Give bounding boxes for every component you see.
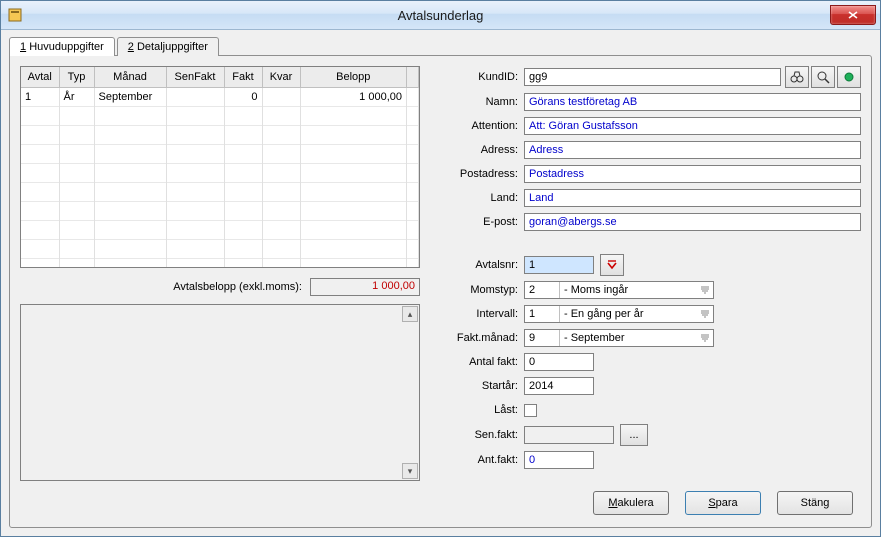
antfakt-label: Ant.fakt: xyxy=(440,454,524,466)
status-dot-icon xyxy=(843,71,855,83)
memo-textarea[interactable]: ▴ ▾ xyxy=(20,304,420,481)
window-title: Avtalsunderlag xyxy=(1,8,880,23)
window: Avtalsunderlag 1 Huvuduppgifter 2 Detalj… xyxy=(0,0,881,537)
momstyp-text: - Moms ingår xyxy=(560,282,697,298)
chevron-down-icon xyxy=(697,282,713,298)
cell-avtal: 1 xyxy=(21,88,59,107)
bottom-buttons: Makulera Spara Stäng xyxy=(20,481,861,517)
intervall-code: 1 xyxy=(525,306,560,322)
epost-input[interactable] xyxy=(524,213,861,231)
antalfakt-input[interactable] xyxy=(524,353,594,371)
adress-label: Adress: xyxy=(440,144,524,156)
left-column: Avtal Typ Månad SenFakt Fakt Kvar Belopp xyxy=(20,66,420,481)
senfakt-label: Sen.fakt: xyxy=(440,429,524,441)
tab-panel: Avtal Typ Månad SenFakt Fakt Kvar Belopp xyxy=(9,55,872,528)
app-icon xyxy=(7,7,23,23)
cell-belopp: 1 000,00 xyxy=(300,88,407,107)
makulera-button[interactable]: Makulera xyxy=(593,491,669,515)
col-senfakt[interactable]: SenFakt xyxy=(166,67,224,88)
land-input[interactable] xyxy=(524,189,861,207)
faktmanad-combo[interactable]: 9 - September xyxy=(524,329,714,347)
titlebar: Avtalsunderlag xyxy=(1,1,880,30)
magnifier-button[interactable] xyxy=(811,66,835,88)
col-manad[interactable]: Månad xyxy=(94,67,166,88)
tabstrip: 1 Huvuduppgifter 2 Detaljuppgifter xyxy=(9,36,872,55)
summary-row: Avtalsbelopp (exkl.moms): 1 000,00 xyxy=(20,278,420,296)
stang-button[interactable]: Stäng xyxy=(777,491,853,515)
summary-value: 1 000,00 xyxy=(310,278,420,296)
grid-header-row: Avtal Typ Månad SenFakt Fakt Kvar Belopp xyxy=(21,67,419,88)
antalfakt-label: Antal fakt: xyxy=(440,356,524,368)
avtalsnr-input[interactable] xyxy=(524,256,594,274)
adress-input[interactable] xyxy=(524,141,861,159)
spara-button[interactable]: Spara xyxy=(685,491,761,515)
col-fakt[interactable]: Fakt xyxy=(224,67,262,88)
epost-label: E-post: xyxy=(440,216,524,228)
last-label: Låst: xyxy=(440,404,524,416)
chevron-down-icon xyxy=(697,306,713,322)
momstyp-label: Momstyp: xyxy=(440,284,524,296)
postadress-label: Postadress: xyxy=(440,168,524,180)
col-kvar[interactable]: Kvar xyxy=(262,67,300,88)
cell-senfakt xyxy=(166,88,224,107)
client-area: 1 Huvuduppgifter 2 Detaljuppgifter xyxy=(1,30,880,536)
close-button[interactable] xyxy=(830,5,876,25)
postadress-input[interactable] xyxy=(524,165,861,183)
table-row[interactable]: 1 År September 0 1 000,00 xyxy=(21,88,419,107)
status-button[interactable] xyxy=(837,66,861,88)
faktmanad-label: Fakt.månad: xyxy=(440,332,524,344)
startar-input[interactable] xyxy=(524,377,594,395)
last-checkbox[interactable] xyxy=(524,404,537,417)
antfakt-input[interactable] xyxy=(524,451,594,469)
col-typ[interactable]: Typ xyxy=(59,67,94,88)
land-label: Land: xyxy=(440,192,524,204)
kundid-label: KundID: xyxy=(440,71,524,83)
cell-typ: År xyxy=(59,88,94,107)
chevron-down-icon xyxy=(697,330,713,346)
startar-label: Startår: xyxy=(440,380,524,392)
ellipsis-icon: ... xyxy=(629,429,638,441)
cell-manad: September xyxy=(94,88,166,107)
faktmanad-text: - September xyxy=(560,330,697,346)
namn-label: Namn: xyxy=(440,96,524,108)
momstyp-combo[interactable]: 2 - Moms ingår xyxy=(524,281,714,299)
col-belopp[interactable]: Belopp xyxy=(300,67,407,88)
attention-label: Attention: xyxy=(440,120,524,132)
kundid-input[interactable] xyxy=(524,68,781,86)
avtalsnr-label: Avtalsnr: xyxy=(440,259,524,271)
right-column: KundID: xyxy=(440,66,861,481)
avtalsnr-dropdown-button[interactable] xyxy=(600,254,624,276)
arrow-down-icon xyxy=(606,259,618,271)
summary-label: Avtalsbelopp (exkl.moms): xyxy=(173,281,302,293)
senfakt-input xyxy=(524,426,614,444)
binoculars-icon xyxy=(790,71,804,83)
intervall-combo[interactable]: 1 - En gång per år xyxy=(524,305,714,323)
binoculars-button[interactable] xyxy=(785,66,809,88)
tab-detaljuppgifter[interactable]: 2 Detaljuppgifter xyxy=(117,37,219,56)
cell-kvar xyxy=(262,88,300,107)
col-avtal[interactable]: Avtal xyxy=(21,67,59,88)
tab-huvuduppgifter[interactable]: 1 Huvuduppgifter xyxy=(9,37,115,56)
col-spacer xyxy=(407,67,419,88)
intervall-label: Intervall: xyxy=(440,308,524,320)
scroll-down-button[interactable]: ▾ xyxy=(402,463,418,479)
intervall-text: - En gång per år xyxy=(560,306,697,322)
magnifier-icon xyxy=(816,70,830,84)
faktmanad-code: 9 xyxy=(525,330,560,346)
namn-input[interactable] xyxy=(524,93,861,111)
contracts-grid[interactable]: Avtal Typ Månad SenFakt Fakt Kvar Belopp xyxy=(20,66,420,268)
senfakt-browse-button[interactable]: ... xyxy=(620,424,648,446)
scroll-up-button[interactable]: ▴ xyxy=(402,306,418,322)
cell-fakt: 0 xyxy=(224,88,262,107)
momstyp-code: 2 xyxy=(525,282,560,298)
attention-input[interactable] xyxy=(524,117,861,135)
